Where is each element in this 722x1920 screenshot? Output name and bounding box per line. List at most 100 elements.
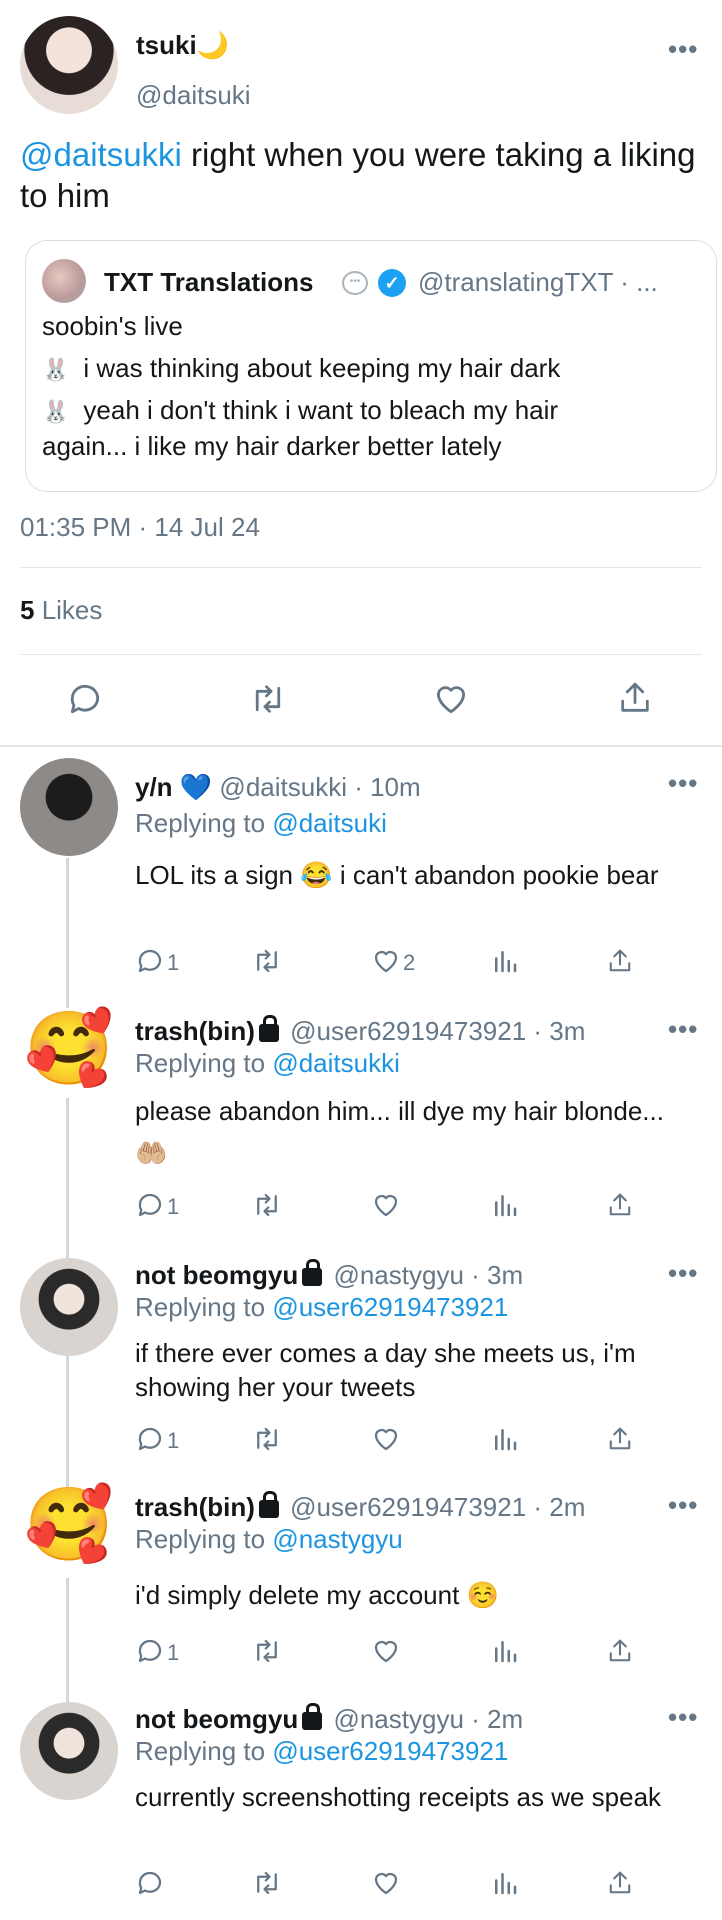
author-handle[interactable]: @daitsuki	[136, 80, 251, 111]
reply-icon[interactable]: 1	[135, 1190, 179, 1226]
replying-to: Replying to @nastygyu	[135, 1524, 403, 1554]
reply-text: i'd simply delete my account ☺️	[135, 1580, 499, 1610]
share-icon[interactable]	[605, 1424, 635, 1454]
avatar[interactable]: 🥰	[20, 1476, 118, 1574]
reply-tweet[interactable]: 🥰 trash(bin) @user62919473921 · 3m ••• R…	[0, 1000, 722, 1240]
reply-text: if there ever comes a day she meets us, …	[135, 1338, 636, 1402]
tweet-actions	[0, 676, 722, 726]
retweet-icon[interactable]	[250, 1190, 284, 1220]
reply-actions	[135, 1868, 655, 1908]
retweet-icon[interactable]	[250, 946, 284, 976]
reply-text: please abandon him... ill dye my hair bl…	[135, 1096, 664, 1168]
analytics-icon[interactable]	[490, 1424, 520, 1454]
share-icon[interactable]	[616, 678, 654, 718]
reply-icon[interactable]: 1	[135, 1636, 179, 1672]
more-options-icon[interactable]: •••	[668, 1490, 698, 1521]
reply-header: y/n 💙 @daitsukki · 10m	[135, 772, 421, 803]
replying-to: Replying to @user62919473921	[135, 1736, 509, 1766]
reply-actions: 1	[135, 1424, 655, 1464]
retweet-icon[interactable]	[250, 1424, 284, 1454]
reply-tweet[interactable]: 🥰 trash(bin) @user62919473921 · 2m ••• R…	[0, 1476, 722, 1676]
lock-icon	[258, 1491, 279, 1518]
mention-link[interactable]: @daitsukki	[20, 136, 182, 173]
analytics-icon[interactable]	[490, 1636, 520, 1666]
reply-author-name[interactable]: trash(bin)	[135, 1492, 255, 1522]
divider	[20, 567, 702, 568]
quoted-avatar	[42, 259, 86, 303]
lock-icon	[302, 1703, 323, 1730]
verified-badge-icon: ✓	[378, 269, 406, 297]
tweet-timestamp[interactable]: 01:35 PM · 14 Jul 24	[20, 512, 260, 543]
lock-icon	[258, 1015, 279, 1042]
retweet-icon[interactable]	[250, 1868, 284, 1898]
reply-icon[interactable]	[66, 680, 104, 718]
reply-author-name[interactable]: trash(bin)	[135, 1016, 255, 1046]
heart-icon[interactable]: 2	[371, 946, 415, 982]
more-options-icon[interactable]: •••	[668, 1014, 698, 1045]
avatar[interactable]	[20, 1258, 118, 1356]
heart-icon[interactable]	[371, 1190, 401, 1220]
author-name[interactable]: tsuki🌙	[136, 30, 229, 61]
analytics-icon[interactable]	[490, 1868, 520, 1898]
avatar[interactable]	[20, 758, 118, 856]
reply-text: currently screenshotting receipts as we …	[135, 1782, 662, 1812]
share-icon[interactable]	[605, 1636, 635, 1666]
more-options-icon[interactable]: •••	[668, 1702, 698, 1733]
more-options-icon[interactable]: •••	[668, 1258, 698, 1289]
reply-header: not beomgyu @nastygyu · 2m	[135, 1703, 523, 1735]
reply-author-handle[interactable]: @user62919473921 · 3m	[290, 1016, 585, 1046]
reply-author-handle[interactable]: @nastygyu · 3m	[333, 1260, 523, 1290]
heart-icon[interactable]	[371, 1868, 401, 1898]
reply-text: LOL its a sign 😂 i can't abandon pookie …	[135, 860, 659, 890]
speech-bubble-icon: •••	[342, 271, 368, 295]
reply-icon[interactable]: 1	[135, 1424, 179, 1460]
analytics-icon[interactable]	[490, 1190, 520, 1220]
heart-icon[interactable]	[371, 1424, 401, 1454]
avatar[interactable]	[20, 1702, 118, 1800]
analytics-icon[interactable]	[490, 946, 520, 976]
avatar[interactable]	[20, 16, 118, 114]
reply-author-name[interactable]: not beomgyu	[135, 1260, 298, 1290]
more-options-icon[interactable]: •••	[668, 34, 698, 65]
retweet-icon[interactable]	[250, 1636, 284, 1666]
reply-tweet[interactable]: not beomgyu @nastygyu · 2m ••• Replying …	[0, 1690, 722, 1920]
quoted-author-handle: @translatingTXT · ...	[418, 267, 658, 297]
share-icon[interactable]	[605, 1868, 635, 1898]
blue-heart-icon: 💙	[179, 772, 213, 802]
replying-to: Replying to @daitsukki	[135, 1048, 400, 1078]
quoted-tweet[interactable]: TXT Translations ••• ✓ @translatingTXT ·…	[25, 240, 717, 492]
reply-header: not beomgyu @nastygyu · 3m	[135, 1259, 523, 1291]
reply-icon[interactable]	[135, 1868, 165, 1898]
reply-actions: 1	[135, 1636, 655, 1676]
share-icon[interactable]	[605, 1190, 635, 1220]
tweet-detail-page: tsuki🌙 @daitsuki ••• @daitsukki right wh…	[0, 0, 722, 1920]
quoted-line: 🐰 yeah i don't think i want to bleach my …	[42, 395, 559, 461]
reply-tweet[interactable]: y/n 💙 @daitsukki · 10m ••• Replying to @…	[0, 758, 722, 988]
tweet-text: @daitsukki right when you were taking a …	[20, 134, 700, 216]
quoted-line: 🐰 i was thinking about keeping my hair da…	[42, 353, 561, 383]
reply-icon[interactable]: 1	[135, 946, 179, 982]
reply-actions: 1 2	[135, 946, 655, 986]
quoted-author-name: TXT Translations	[104, 267, 314, 297]
retweet-icon[interactable]	[248, 680, 288, 718]
replying-to: Replying to @daitsuki	[135, 808, 387, 838]
more-options-icon[interactable]: •••	[668, 768, 698, 799]
reply-header: trash(bin) @user62919473921 · 2m	[135, 1491, 585, 1523]
divider	[20, 654, 702, 655]
bunny-icon: 🐰	[42, 357, 70, 382]
reply-tweet[interactable]: not beomgyu @nastygyu · 3m ••• Replying …	[0, 1244, 722, 1474]
avatar[interactable]: 🥰	[20, 1000, 118, 1098]
reply-author-name[interactable]: not beomgyu	[135, 1704, 298, 1734]
reply-header: trash(bin) @user62919473921 · 3m	[135, 1015, 585, 1047]
heart-icon[interactable]	[371, 1636, 401, 1666]
reply-author-handle[interactable]: @user62919473921 · 2m	[290, 1492, 585, 1522]
reply-author-handle[interactable]: @daitsukki · 10m	[219, 772, 420, 802]
reply-author-name[interactable]: y/n	[135, 772, 173, 802]
reply-actions: 1	[135, 1190, 655, 1230]
bunny-icon: 🐰	[42, 399, 70, 424]
reply-author-handle[interactable]: @nastygyu · 2m	[333, 1704, 523, 1734]
share-icon[interactable]	[605, 946, 635, 976]
likes-count[interactable]: 5 Likes	[20, 595, 102, 626]
section-divider	[0, 745, 722, 747]
heart-icon[interactable]	[432, 680, 470, 718]
